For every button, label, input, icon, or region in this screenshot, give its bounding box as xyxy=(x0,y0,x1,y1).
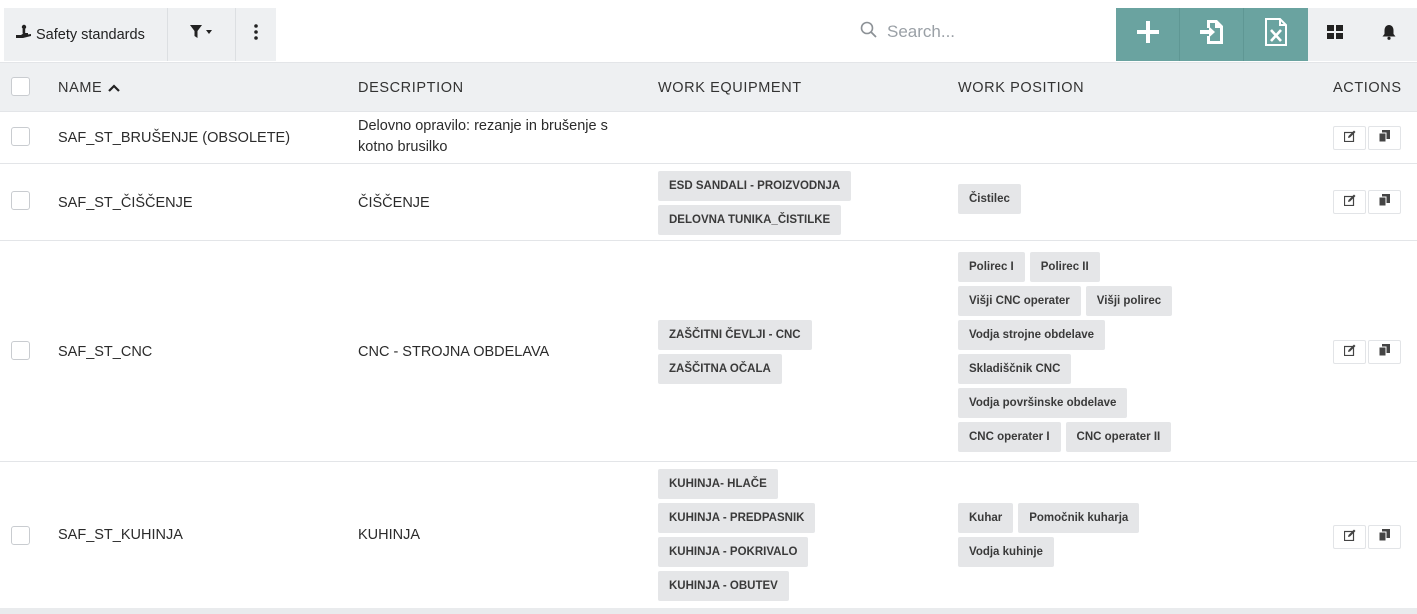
edit-icon xyxy=(1343,343,1356,361)
bell-icon xyxy=(1382,24,1396,45)
position-chip: Čistilec xyxy=(958,184,1021,214)
copy-icon xyxy=(1378,528,1390,546)
copy-icon xyxy=(1378,193,1390,211)
row-description: KUHINJA xyxy=(358,527,421,543)
row-description-line: Delovno opravilo: rezanje in brušenje s xyxy=(358,118,608,134)
row-name: SAF_ST_KUHINJA xyxy=(58,527,183,543)
search-box xyxy=(860,8,1116,56)
filter-icon xyxy=(189,25,214,44)
position-chip: CNC operater I xyxy=(958,421,1061,452)
right-icon-group xyxy=(1308,8,1417,61)
equipment-chip: DELOVNA TUNIKA_ČISTILKE xyxy=(658,204,842,235)
position-chip: Vodja strojne obdelave xyxy=(958,319,1106,350)
row-actions xyxy=(1333,340,1403,364)
position-chip: Kuhar xyxy=(958,503,1014,533)
hand-icon xyxy=(14,24,32,45)
add-button[interactable] xyxy=(1116,8,1180,61)
row-name: SAF_ST_CNC xyxy=(58,343,153,360)
row-actions xyxy=(1333,190,1403,214)
copy-button[interactable] xyxy=(1368,126,1401,150)
row-description: ČIŠČENJE xyxy=(358,194,430,211)
work-position-list: Čistilec xyxy=(958,164,1026,234)
column-header-name[interactable]: NAME xyxy=(58,63,121,113)
position-chip: Vodja površinske obdelave xyxy=(958,387,1128,418)
position-chip: Skladiščnik CNC xyxy=(958,353,1072,384)
position-chip: CNC operater II xyxy=(1065,421,1172,452)
work-position-list: Polirec I Polirec II Višji CNC operater … xyxy=(958,241,1177,462)
copy-icon xyxy=(1378,343,1390,361)
column-header-name-label: NAME xyxy=(58,80,103,96)
copy-button[interactable] xyxy=(1368,340,1401,364)
sort-ascending-icon xyxy=(108,84,121,92)
page-title-button[interactable]: Safety standards xyxy=(4,8,168,61)
table-row: SAF_ST_BRUŠENJE (OBSOLETE) Delovno oprav… xyxy=(0,112,1417,164)
plus-icon xyxy=(1136,20,1160,49)
row-description: Delovno opravilo: rezanje in brušenje s … xyxy=(358,116,648,158)
row-name: SAF_ST_ČIŠČENJE xyxy=(58,194,193,211)
equipment-chip: KUHINJA - OBUTEV xyxy=(658,571,789,601)
work-equipment-list: KUHINJA- HLAČE KUHINJA - PREDPASNIK KUHI… xyxy=(658,462,820,608)
position-chip: Polirec II xyxy=(1029,251,1100,282)
position-chip: Vodja kuhinje xyxy=(958,537,1054,567)
work-equipment-list: ZAŠČITNI ČEVLJI - CNC ZAŠČITNA OČALA xyxy=(658,241,817,462)
kebab-icon xyxy=(254,24,258,45)
row-actions xyxy=(1333,525,1403,549)
column-header-work-equipment[interactable]: WORK EQUIPMENT xyxy=(658,63,802,113)
edit-icon xyxy=(1343,129,1356,147)
equipment-chip: ESD SANDALI - PROIZVODNJA xyxy=(658,170,852,201)
row-checkbox[interactable] xyxy=(11,127,30,146)
search-input[interactable] xyxy=(885,21,1085,43)
equipment-chip: KUHINJA - PREDPASNIK xyxy=(658,503,816,533)
filter-button[interactable] xyxy=(168,8,236,61)
row-checkbox[interactable] xyxy=(11,341,30,360)
edit-button[interactable] xyxy=(1333,525,1366,549)
page-title: Safety standards xyxy=(36,26,145,43)
notifications-button[interactable] xyxy=(1362,8,1416,61)
position-chip: Višji polirec xyxy=(1085,285,1173,316)
toolbar: Safety standards xyxy=(0,0,1417,62)
edit-button[interactable] xyxy=(1333,190,1366,214)
row-checkbox[interactable] xyxy=(11,191,30,210)
column-header-actions: ACTIONS xyxy=(1333,80,1402,96)
export-excel-button[interactable] xyxy=(1244,8,1308,61)
action-button-group xyxy=(1116,8,1308,61)
table-row: SAF_ST_CNC CNC - STROJNA OBDELAVA ZAŠČIT… xyxy=(0,241,1417,462)
position-chip: Polirec I xyxy=(958,251,1025,282)
select-all-checkbox[interactable] xyxy=(11,77,30,96)
row-actions xyxy=(1333,126,1403,150)
work-position-list: Kuhar Pomočnik kuharja Vodja kuhinje xyxy=(958,462,1144,608)
column-header-work-position[interactable]: WORK POSITION xyxy=(958,63,1084,113)
edit-icon xyxy=(1343,193,1356,211)
equipment-chip: ZAŠČITNA OČALA xyxy=(658,353,782,384)
search-icon xyxy=(860,21,877,43)
equipment-chip: KUHINJA- HLAČE xyxy=(658,469,778,499)
row-description-line: kotno brusilko xyxy=(358,139,448,155)
table-row: SAF_ST_ČIŠČENJE ČIŠČENJE ESD SANDALI - P… xyxy=(0,164,1417,241)
row-checkbox[interactable] xyxy=(11,526,30,545)
table-row: SAF_ST_KUHINJA KUHINJA KUHINJA- HLAČE KU… xyxy=(0,462,1417,608)
excel-icon xyxy=(1265,18,1287,51)
grid-icon xyxy=(1327,25,1343,44)
edit-button[interactable] xyxy=(1333,340,1366,364)
copy-button[interactable] xyxy=(1368,190,1401,214)
table-header: NAME DESCRIPTION WORK EQUIPMENT WORK POS… xyxy=(0,62,1417,112)
equipment-chip: ZAŠČITNI ČEVLJI - CNC xyxy=(658,319,812,350)
import-button[interactable] xyxy=(1180,8,1244,61)
copy-button[interactable] xyxy=(1368,525,1401,549)
import-icon xyxy=(1199,19,1224,50)
equipment-chip: KUHINJA - POKRIVALO xyxy=(658,537,809,567)
position-chip: Pomočnik kuharja xyxy=(1018,503,1140,533)
toolbar-left-group: Safety standards xyxy=(4,8,276,61)
more-options-button[interactable] xyxy=(236,8,276,61)
row-description: CNC - STROJNA OBDELAVA xyxy=(358,343,550,360)
work-equipment-list: ESD SANDALI - PROIZVODNJA DELOVNA TUNIKA… xyxy=(658,164,856,241)
position-chip: Višji CNC operater xyxy=(958,285,1081,316)
column-header-description[interactable]: DESCRIPTION xyxy=(358,63,464,113)
edit-button[interactable] xyxy=(1333,126,1366,150)
row-name: SAF_ST_BRUŠENJE (OBSOLETE) xyxy=(58,130,291,146)
edit-icon xyxy=(1343,528,1356,546)
copy-icon xyxy=(1378,129,1390,147)
grid-view-button[interactable] xyxy=(1308,8,1362,61)
table-footer xyxy=(0,608,1417,614)
